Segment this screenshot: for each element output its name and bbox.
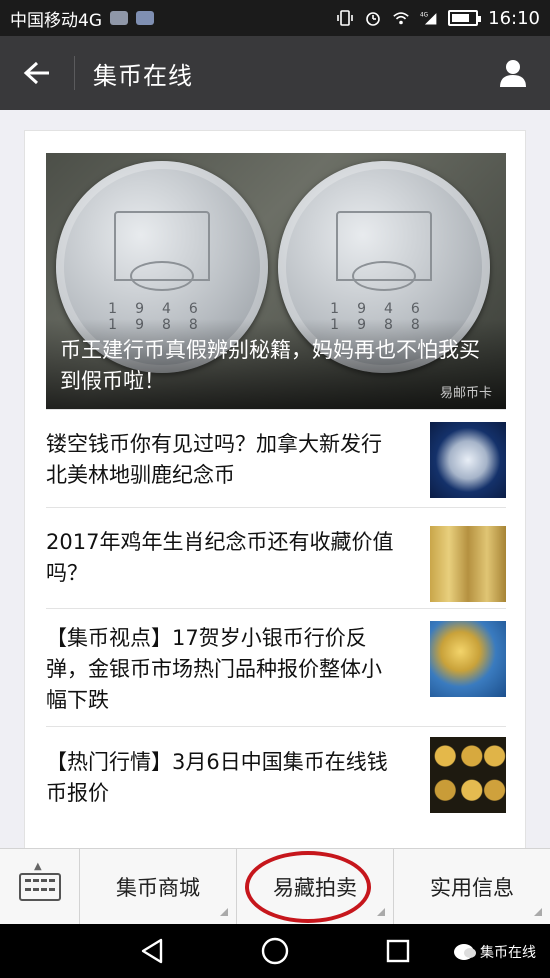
menu-item-label: 集币商城 (116, 875, 200, 900)
back-arrow-icon (23, 61, 49, 85)
nav-home-button[interactable] (245, 924, 305, 978)
vibrate-icon (336, 9, 354, 27)
article-title: 2017年鸡年生肖纪念币还有收藏价值吗？ (46, 530, 394, 585)
article-thumbnail (430, 737, 506, 813)
hero-title: 币王建行币真假辨别秘籍，妈妈再也不怕我买到假币啦！ (60, 338, 480, 393)
nav-recents-button[interactable] (368, 924, 428, 978)
menu-item-label: 实用信息 (430, 875, 514, 900)
keyboard-icon (18, 872, 61, 901)
article-feed[interactable]: 1946 1988 1946 1988 币王建行币真假辨别秘籍，妈妈再也不怕我买… (0, 110, 550, 848)
wifi-icon (392, 9, 410, 27)
system-nav-bar: 集币在线 (0, 924, 550, 978)
alarm-icon (364, 9, 382, 27)
article-card: 1946 1988 1946 1988 币王建行币真假辨别秘籍，妈妈再也不怕我买… (24, 130, 526, 848)
hero-watermark: 易邮币卡 (439, 386, 492, 401)
menu-item-info[interactable]: 实用信息 (394, 849, 550, 924)
person-icon (500, 60, 526, 87)
article-title: 【热门行情】3月6日中国集币在线钱币报价 (46, 750, 388, 805)
article-thumbnail (430, 621, 506, 697)
caret-up-icon: ▲ (34, 861, 42, 872)
profile-button[interactable] (476, 36, 550, 110)
square-recents-icon (386, 939, 410, 963)
article-thumbnail (430, 422, 506, 498)
status-bar: 中国移动4G 4G 16:10 (0, 0, 550, 36)
menu-item-shop[interactable]: 集币商城 (80, 849, 237, 924)
hero-article[interactable]: 1946 1988 1946 1988 币王建行币真假辨别秘籍，妈妈再也不怕我买… (46, 153, 506, 409)
brand-label: 集币在线 (480, 945, 536, 961)
menu-item-label: 易藏拍卖 (273, 875, 357, 900)
title-divider (74, 56, 75, 90)
article-title: 镂空钱币你有见过吗？加拿大新发行北美林地驯鹿纪念币 (46, 432, 382, 487)
carrier-label: 中国移动4G (10, 10, 102, 31)
article-list: 镂空钱币你有见过吗？加拿大新发行北美林地驯鹿纪念币 2017年鸡年生肖纪念币还有… (46, 409, 506, 836)
back-button[interactable] (0, 36, 74, 110)
app-notification-icon (136, 11, 154, 25)
list-item[interactable]: 2017年鸡年生肖纪念币还有收藏价值吗？ (46, 507, 506, 608)
page-title: 集币在线 (93, 61, 193, 90)
triangle-back-icon (141, 938, 163, 964)
title-bar: 集币在线 (0, 36, 550, 110)
signal-icon: 4G (420, 9, 438, 27)
notification-icon (110, 11, 128, 25)
submenu-indicator-icon (220, 908, 228, 916)
keyboard-toggle-button[interactable]: ▲ (0, 849, 80, 924)
list-item[interactable]: 【热门行情】3月6日中国集币在线钱币报价 (46, 726, 506, 836)
submenu-indicator-icon (377, 908, 385, 916)
brand-watermark: 集币在线 (454, 942, 536, 962)
wechat-icon (454, 944, 476, 960)
menu-item-auction[interactable]: 易藏拍卖 (237, 849, 394, 924)
submenu-indicator-icon (534, 908, 542, 916)
nav-back-button[interactable] (122, 924, 182, 978)
svg-text:4G: 4G (420, 12, 428, 18)
bottom-menu: ▲ 集币商城 易藏拍卖 实用信息 (0, 848, 550, 924)
battery-icon (448, 10, 482, 26)
list-item[interactable]: 镂空钱币你有见过吗？加拿大新发行北美林地驯鹿纪念币 (46, 409, 506, 507)
clock: 16:10 (488, 7, 540, 29)
article-thumbnail (430, 526, 506, 602)
list-item[interactable]: 【集币视点】17贺岁小银币行价反弹，金银币市场热门品种报价整体小幅下跌 (46, 608, 506, 726)
circle-home-icon (261, 937, 289, 965)
article-title: 【集币视点】17贺岁小银币行价反弹，金银币市场热门品种报价整体小幅下跌 (46, 626, 382, 712)
